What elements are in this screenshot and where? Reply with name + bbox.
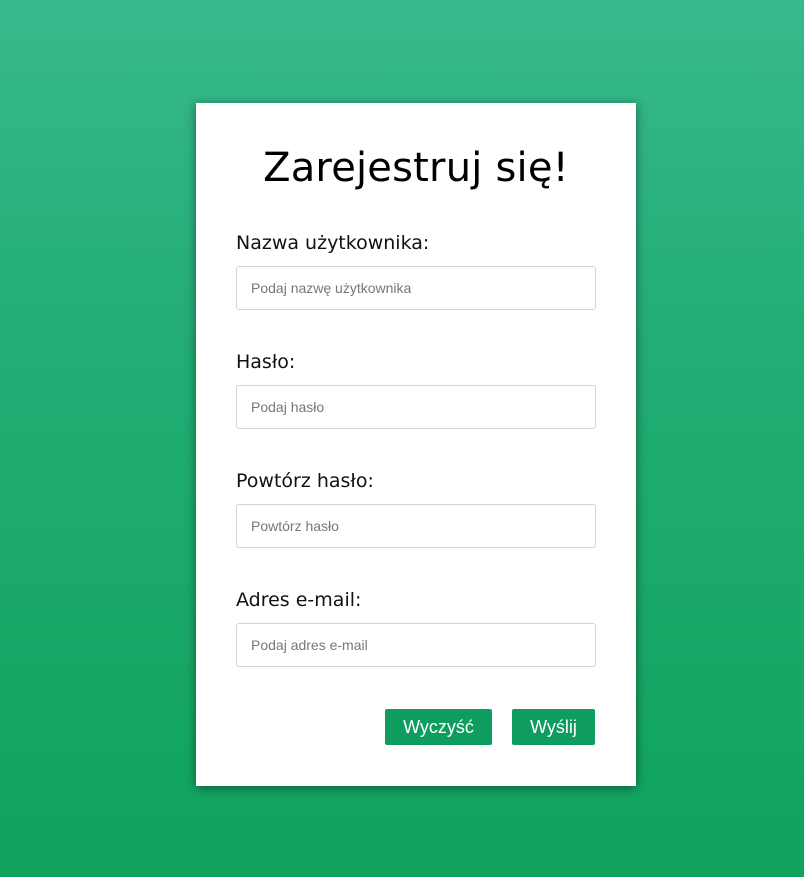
- password-label: Hasło:: [236, 351, 296, 373]
- registration-form-card: Zarejestruj się! Nazwa użytkownika: Hasł…: [196, 103, 636, 786]
- email-input[interactable]: [236, 623, 596, 667]
- repeat-password-label: Powtórz hasło:: [236, 470, 374, 492]
- repeat-password-input[interactable]: [236, 504, 596, 548]
- form-title: Zarejestruj się!: [263, 145, 569, 191]
- submit-button[interactable]: Wyślij: [512, 709, 595, 745]
- clear-button[interactable]: Wyczyść: [385, 709, 492, 745]
- password-input[interactable]: [236, 385, 596, 429]
- username-input[interactable]: [236, 266, 596, 310]
- email-label: Adres e-mail:: [236, 589, 362, 611]
- username-label: Nazwa użytkownika:: [236, 232, 430, 254]
